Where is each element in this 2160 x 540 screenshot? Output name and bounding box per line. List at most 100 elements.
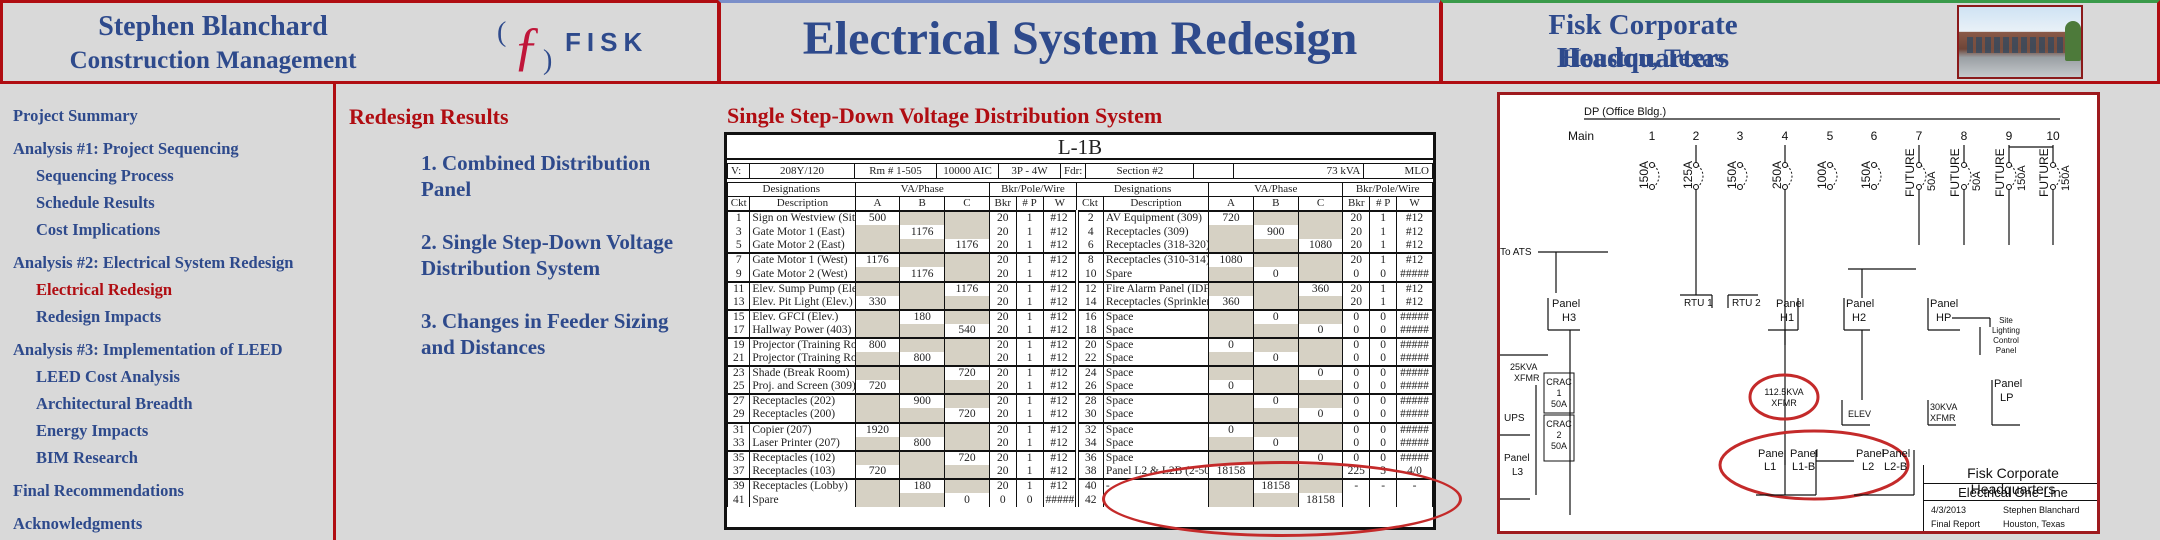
table-row: 33 Laser Printer (207) 800 20 1 #12 34 Space 0 0 0… bbox=[726, 436, 1433, 451]
cell-c bbox=[1297, 464, 1344, 479]
cell-a bbox=[1208, 280, 1254, 296]
cell-bkr: 20 bbox=[1342, 252, 1371, 268]
column-header-ckt: Ckt bbox=[1076, 196, 1104, 212]
table-row: 7 Gate Motor 1 (West) 1176 20 1 #12 8 Receptacl… bbox=[726, 252, 1433, 268]
cell-a bbox=[1208, 449, 1254, 465]
cell-desc: - bbox=[1102, 477, 1210, 493]
cell-desc: Space bbox=[1102, 421, 1210, 437]
table-row: 25 Proj. and Screen (309) 720 20 1 #12 26 Space… bbox=[726, 380, 1433, 395]
cell-c bbox=[1297, 252, 1344, 268]
cell-bkr: 0 bbox=[1342, 267, 1371, 282]
cell-p: 1 bbox=[1015, 295, 1044, 310]
cell-ckt: 38 bbox=[1074, 464, 1104, 479]
cell-ckt: 9 bbox=[726, 267, 751, 282]
sidebar-item-redesign-impacts[interactable]: Redesign Impacts bbox=[0, 303, 333, 330]
building-tree bbox=[2065, 21, 2081, 61]
sidebar-item-leed-cost-analysis[interactable]: LEED Cost Analysis bbox=[0, 363, 333, 390]
cell-c bbox=[944, 210, 990, 226]
sidebar-item-schedule-results[interactable]: Schedule Results bbox=[0, 189, 333, 216]
cell-ckt: 32 bbox=[1074, 421, 1104, 437]
cell-w: #12 bbox=[1042, 323, 1078, 338]
panel-h3-label: H3 bbox=[1562, 312, 1576, 324]
column-header-ckt: Ckt bbox=[726, 196, 751, 212]
cell-w: #12 bbox=[1396, 239, 1433, 254]
sidebar-item-bim-research[interactable]: BIM Research bbox=[0, 444, 333, 471]
cell-desc: Space bbox=[1102, 436, 1210, 451]
cell-a bbox=[854, 267, 901, 282]
breaker-tag: FUTURE bbox=[1948, 148, 1962, 197]
sidebar-item-sequencing-process[interactable]: Sequencing Process bbox=[0, 162, 333, 189]
cell-b: 900 bbox=[1252, 225, 1299, 240]
cell-b bbox=[899, 492, 946, 508]
author-name: Stephen Blanchard bbox=[98, 11, 328, 42]
sidebar-item-project-summary[interactable]: Project Summary bbox=[0, 102, 333, 129]
cell-a bbox=[1208, 225, 1254, 240]
sidebar-item-electrical-redesign[interactable]: Electrical Redesign bbox=[0, 276, 333, 303]
cell-b bbox=[899, 408, 946, 423]
cell-ckt: 17 bbox=[726, 323, 751, 338]
cell-desc: Proj. and Screen (309) bbox=[749, 380, 856, 395]
title-block-author: Stephen Blanchard bbox=[2003, 505, 2080, 515]
cell-bkr: 20 bbox=[988, 408, 1017, 423]
logo-bracket-icon: ) bbox=[543, 45, 553, 76]
sidebar-item-analysis-1-project-sequencing[interactable]: Analysis #1: Project Sequencing bbox=[0, 135, 333, 162]
cell-ckt: 20 bbox=[1074, 336, 1104, 353]
cell-p: 0 bbox=[1369, 365, 1398, 381]
cell-c bbox=[944, 421, 990, 437]
results-list: 1. Combined Distribution Panel 2. Single… bbox=[421, 150, 701, 387]
cell-p: 1 bbox=[1015, 421, 1044, 437]
site-lighting-label: Site bbox=[1999, 316, 2013, 325]
crac-2-label: 50A bbox=[1551, 441, 1567, 451]
cell-ckt: 23 bbox=[726, 365, 751, 381]
results-item: 2. Single Step-Down Voltage Distribution… bbox=[421, 230, 674, 280]
cell-b bbox=[899, 336, 946, 353]
sidebar-item-final-recommendations[interactable]: Final Recommendations bbox=[0, 477, 333, 504]
cell-w: #12 bbox=[1042, 408, 1078, 423]
cell-a bbox=[1208, 436, 1254, 451]
cell-p: 0 bbox=[1369, 323, 1398, 338]
sidebar-item-architectural-breadth[interactable]: Architectural Breadth bbox=[0, 390, 333, 417]
building-photo bbox=[1957, 5, 2083, 79]
cell-b bbox=[899, 295, 946, 310]
panel-label: Panel bbox=[1776, 298, 1804, 310]
cell-bkr: 20 bbox=[1342, 295, 1371, 310]
column-header-b: B bbox=[1252, 196, 1299, 212]
logo-bracket-icon: ( bbox=[497, 17, 507, 48]
title-block-location: Houston, Texas bbox=[2003, 519, 2065, 529]
mains-value: MLO bbox=[1363, 163, 1433, 179]
cell-b: 800 bbox=[899, 352, 946, 367]
cell-bkr: 20 bbox=[1342, 280, 1371, 296]
breaker-contact-icon bbox=[2050, 184, 2056, 190]
sidebar-item-analysis-3-implementation-of-leed[interactable]: Analysis #3: Implementation of LEED bbox=[0, 336, 333, 363]
sidebar-item-acknowledgments[interactable]: Acknowledgments bbox=[0, 510, 333, 537]
table-row: 15 Elev. GFCI (Elev.) 180 20 1 #12 16 Space 0 0 0 #… bbox=[726, 308, 1433, 324]
cell-b bbox=[1252, 464, 1299, 479]
sidebar-item-analysis-2-electrical-system-redesign[interactable]: Analysis #2: Electrical System Redesign bbox=[0, 249, 333, 276]
cell-bkr: 20 bbox=[988, 393, 1017, 409]
room-value: Rm # 1-505 bbox=[854, 163, 937, 179]
cell-bkr: 0 bbox=[1342, 408, 1371, 423]
sidebar-item-energy-impacts[interactable]: Energy Impacts bbox=[0, 417, 333, 444]
cell-p: 1 bbox=[1369, 295, 1398, 310]
column-header-p: # P bbox=[1369, 196, 1398, 212]
cell-ckt: 22 bbox=[1074, 352, 1104, 367]
cell-desc: Receptacles (103) bbox=[749, 464, 856, 479]
ups-label: UPS bbox=[1504, 413, 1525, 424]
cell-a: 720 bbox=[1208, 210, 1254, 226]
cell-b bbox=[1252, 380, 1299, 395]
cell-p: 0 bbox=[1369, 393, 1398, 409]
cell-desc: Elev. Pit Light (Elev.) bbox=[749, 295, 856, 310]
cell-ckt: 36 bbox=[1074, 449, 1104, 465]
breaker-number: 3 bbox=[1737, 129, 1744, 143]
cell-b bbox=[899, 210, 946, 226]
xfmr-25-label: XFMR bbox=[1514, 373, 1540, 383]
cell-p: 0 bbox=[1369, 308, 1398, 324]
cell-c: 720 bbox=[944, 449, 990, 465]
breaker-arc-icon bbox=[1653, 164, 1660, 188]
cell-p: 0 bbox=[1369, 436, 1398, 451]
xfmr-30-label: 30KVA bbox=[1930, 402, 1957, 412]
sidebar-item-cost-implications[interactable]: Cost Implications bbox=[0, 216, 333, 243]
breaker-rating: 100A bbox=[1815, 161, 1829, 189]
panel-label: Panel bbox=[1882, 448, 1910, 460]
cell-b: 0 bbox=[1252, 352, 1299, 367]
